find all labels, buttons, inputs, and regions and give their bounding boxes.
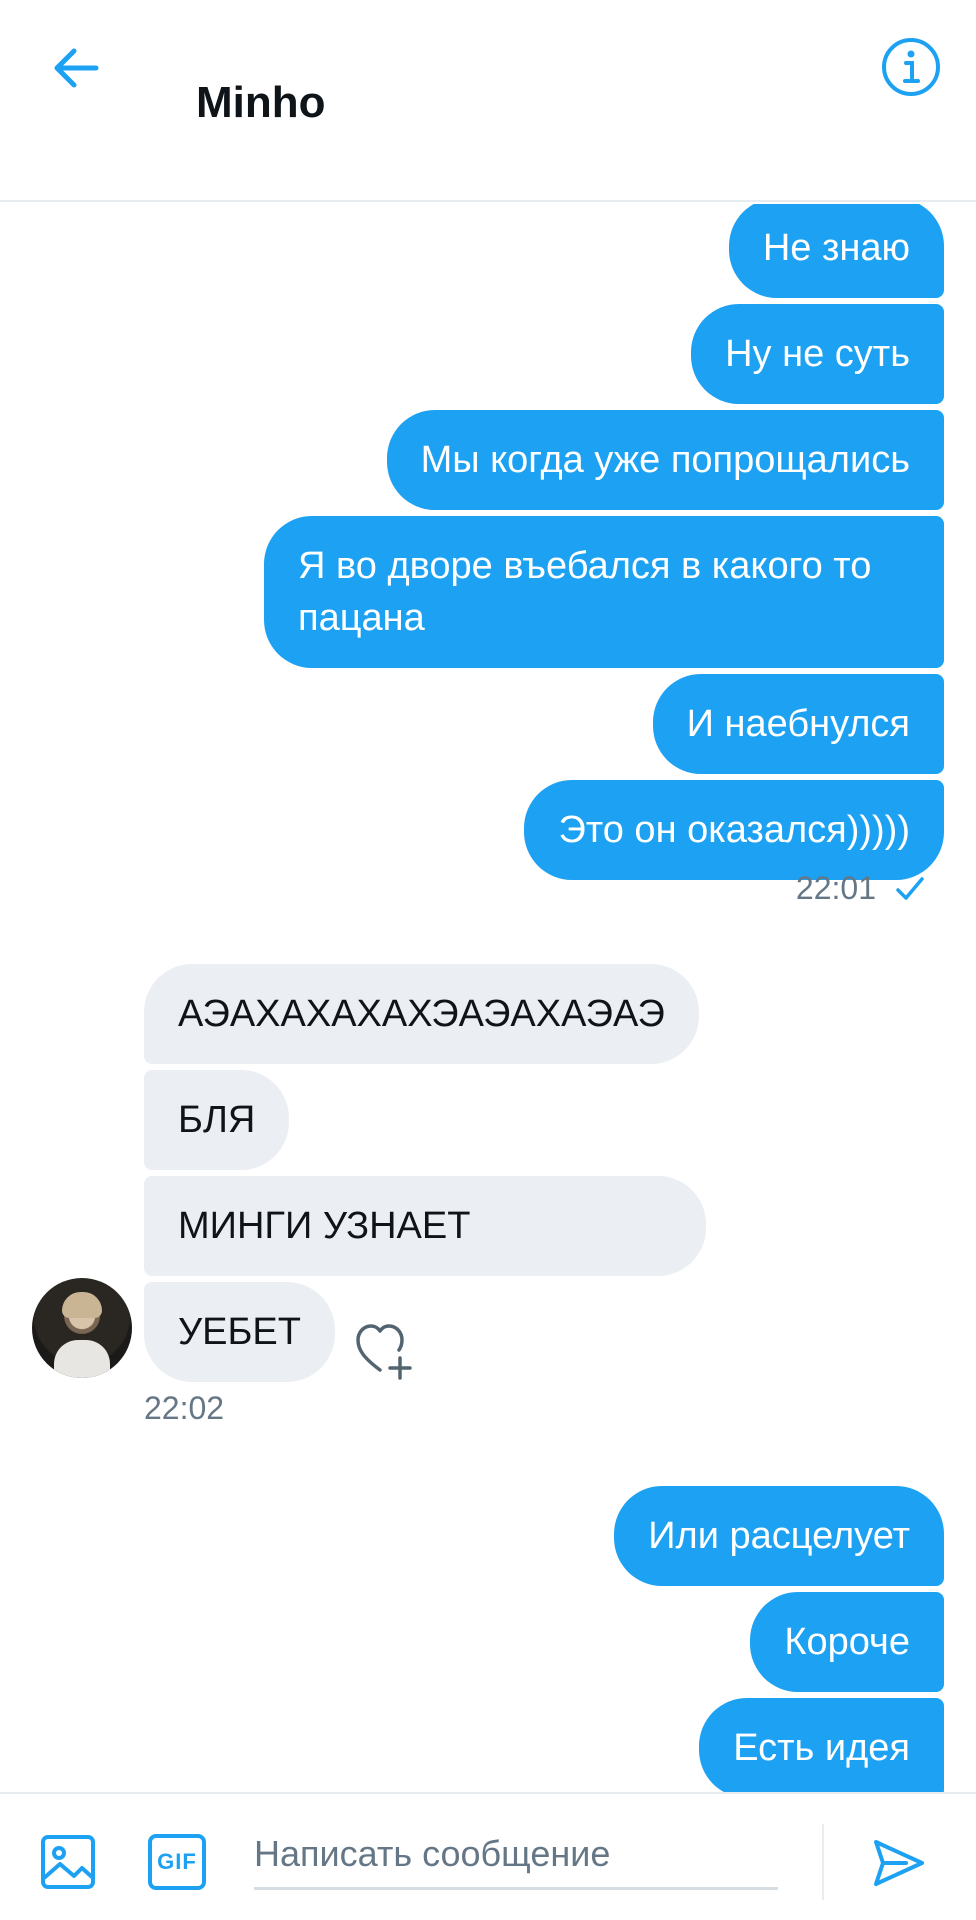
- heart-plus-icon: [356, 1324, 412, 1380]
- image-icon: [41, 1835, 95, 1889]
- message-input[interactable]: [254, 1820, 778, 1887]
- send-icon: [874, 1840, 924, 1886]
- avatar[interactable]: [32, 1278, 132, 1378]
- incoming-message[interactable]: АЭАХАХАХАХЭАЭАХАЭАЭ: [144, 964, 699, 1064]
- send-button[interactable]: [872, 1836, 926, 1890]
- gif-label: GIF: [157, 1849, 197, 1874]
- info-button[interactable]: [880, 36, 942, 98]
- add-reaction-button[interactable]: [354, 1320, 418, 1380]
- outgoing-message[interactable]: Я во дворе въебался в какого то пацана: [264, 516, 944, 668]
- incoming-message[interactable]: УЕБЕТ: [144, 1282, 335, 1382]
- conversation-header: Minho: [0, 0, 976, 202]
- avatar-hair: [62, 1292, 102, 1318]
- outgoing-message[interactable]: Есть идея: [699, 1698, 944, 1792]
- outgoing-message-group: Или расцелует Короче Есть идея: [614, 1486, 944, 1792]
- outgoing-message-group: Не знаю Ну не суть Мы когда уже попрощал…: [264, 204, 944, 886]
- gif-button[interactable]: GIF: [148, 1834, 206, 1890]
- outgoing-message[interactable]: И наебнулся: [652, 674, 944, 774]
- add-media-button[interactable]: [40, 1834, 96, 1890]
- incoming-message[interactable]: БЛЯ: [144, 1070, 290, 1170]
- timestamp-text: 22:01: [795, 870, 876, 906]
- page-title: Minho: [196, 78, 326, 127]
- message-thread[interactable]: Не знаю Ну не суть Мы когда уже попрощал…: [0, 204, 976, 1792]
- check-icon: [896, 876, 924, 900]
- arrow-left-icon: [54, 48, 99, 88]
- message-composer: GIF: [0, 1792, 976, 1920]
- outgoing-message[interactable]: Мы когда уже попрощались: [386, 410, 944, 510]
- message-timestamp: 22:02: [144, 1390, 225, 1426]
- outgoing-message[interactable]: Ну не суть: [691, 304, 944, 404]
- composer-divider: [822, 1824, 824, 1900]
- outgoing-message[interactable]: Не знаю: [728, 204, 944, 298]
- incoming-message-group: АЭАХАХАХАХЭАЭАХАЭАЭ БЛЯ МИНГИ УЗНАЕТ УЕБ…: [144, 964, 706, 1388]
- avatar-figure: [54, 1340, 110, 1378]
- message-timestamp: 22:01: [796, 870, 926, 907]
- incoming-message[interactable]: МИНГИ УЗНАЕТ: [144, 1176, 706, 1276]
- message-input-wrapper: [254, 1820, 778, 1890]
- outgoing-message[interactable]: Это он оказался))))): [524, 780, 944, 880]
- outgoing-message[interactable]: Короче: [750, 1592, 944, 1692]
- info-icon: [882, 38, 940, 96]
- back-button[interactable]: [46, 38, 106, 98]
- outgoing-message[interactable]: Или расцелует: [614, 1486, 944, 1586]
